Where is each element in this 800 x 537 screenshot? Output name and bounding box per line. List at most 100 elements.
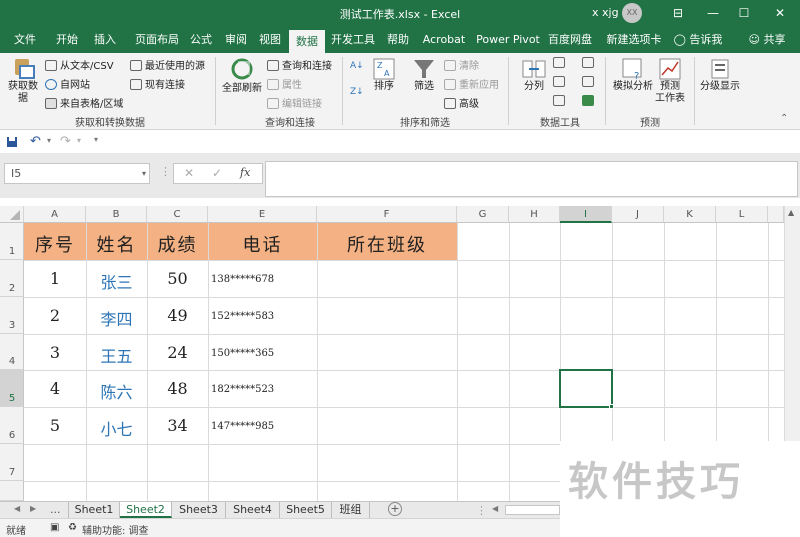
insert-function-icon[interactable]: fx	[240, 166, 250, 179]
column-header[interactable]: E	[208, 206, 317, 223]
horizontal-scrollbar[interactable]	[505, 505, 560, 515]
consolidate-button[interactable]	[582, 57, 597, 69]
relationships-button[interactable]	[582, 76, 597, 88]
user-name[interactable]: x xjg	[592, 6, 619, 19]
restore-button[interactable]: ☐	[729, 0, 759, 27]
advanced-filter-button[interactable]: 高级	[444, 95, 479, 110]
scroll-sheets-right-icon[interactable]: ▶	[30, 504, 36, 513]
queries-connections-button[interactable]: 查询和连接	[267, 57, 332, 72]
sort-descending-button[interactable]: Z↓	[350, 87, 364, 97]
table-cell-index[interactable]: 2	[24, 306, 86, 325]
column-header-partial[interactable]	[768, 206, 784, 223]
outline-button[interactable]: 分级显示	[700, 57, 740, 93]
table-cell-index[interactable]: 5	[24, 416, 86, 435]
column-header[interactable]: F	[317, 206, 457, 223]
column-header-selected[interactable]: I	[560, 206, 612, 223]
from-text-csv-button[interactable]: 从文本/CSV	[45, 57, 114, 72]
enter-icon[interactable]: ✓	[212, 166, 222, 180]
macro-record-icon[interactable]: ▣	[50, 522, 59, 533]
header-cell-name[interactable]: 姓名	[86, 231, 147, 257]
selected-cell[interactable]	[559, 369, 613, 408]
table-cell-name[interactable]: 陈六	[86, 379, 147, 403]
more-sheets-button[interactable]: ...	[50, 503, 61, 516]
row-header[interactable]: 4	[0, 334, 24, 370]
tab-home[interactable]: 开始	[50, 27, 84, 53]
tab-review[interactable]: 审阅	[219, 27, 253, 53]
header-cell-class[interactable]: 所在班级	[317, 231, 457, 257]
table-cell-score[interactable]: 49	[147, 306, 208, 325]
tab-acrobat[interactable]: Acrobat	[417, 27, 471, 53]
fill-handle[interactable]	[609, 404, 614, 409]
recent-sources-button[interactable]: 最近使用的源	[130, 57, 205, 72]
row-header-selected[interactable]: 5	[0, 370, 24, 407]
scroll-sheets-left-icon[interactable]: ◀	[14, 504, 20, 513]
tab-file[interactable]: 文件	[8, 27, 42, 53]
table-cell-index[interactable]: 1	[24, 269, 86, 288]
tab-help[interactable]: 帮助	[382, 27, 414, 53]
tab-new[interactable]: 新建选项卡	[602, 27, 666, 53]
tab-power-pivot[interactable]: Power Pivot	[475, 27, 541, 53]
table-cell-phone[interactable]: 138*****678	[208, 274, 317, 285]
refresh-all-button[interactable]: 全部刷新	[220, 55, 264, 95]
table-cell-phone[interactable]: 152*****583	[208, 311, 317, 322]
sheet-tab[interactable]: Sheet3	[172, 502, 226, 518]
filter-button[interactable]: 筛选	[410, 57, 438, 93]
what-if-analysis-button[interactable]: ? 模拟分析	[610, 57, 656, 93]
undo-dropdown-icon[interactable]: ▾	[47, 136, 51, 145]
table-cell-phone[interactable]: 182*****523	[208, 384, 317, 395]
from-web-button[interactable]: 自网站	[45, 76, 90, 91]
accessibility-icon[interactable]: ♻	[68, 522, 77, 533]
table-cell-name[interactable]: 李四	[86, 306, 147, 330]
row-header-partial[interactable]	[0, 481, 24, 501]
row-header[interactable]: 1	[0, 223, 24, 260]
table-cell-phone[interactable]: 147*****985	[208, 421, 317, 432]
customize-toolbar-icon[interactable]: ▾	[94, 135, 98, 144]
from-table-button[interactable]: 来自表格/区域	[45, 95, 123, 110]
table-cell-name[interactable]: 张三	[86, 269, 147, 293]
tab-data[interactable]: 数据	[289, 30, 325, 53]
undo-icon[interactable]: ↶	[30, 134, 41, 149]
clear-button[interactable]: 清除	[444, 57, 479, 72]
forecast-sheet-button[interactable]: 预测 工作表	[653, 57, 687, 105]
header-cell-score[interactable]: 成绩	[147, 231, 208, 257]
sheet-tab[interactable]: Sheet4	[226, 502, 280, 518]
accessibility-status[interactable]: 辅助功能: 调查	[82, 522, 149, 537]
sort-ascending-button[interactable]: A↓	[350, 61, 364, 71]
sheet-tab[interactable]: Sheet5	[280, 502, 332, 518]
ribbon-display-options-button[interactable]: ⊟	[663, 0, 693, 27]
formula-input[interactable]	[265, 161, 798, 197]
tab-baidu-pan[interactable]: 百度网盘	[546, 27, 594, 53]
column-header[interactable]: L	[716, 206, 768, 223]
column-header[interactable]: A	[24, 206, 86, 223]
table-cell-index[interactable]: 4	[24, 379, 86, 398]
redo-icon[interactable]: ↷	[60, 134, 71, 149]
sheet-tab[interactable]: Sheet1	[68, 502, 120, 518]
collapse-ribbon-button[interactable]: ⌃	[780, 113, 788, 124]
tab-view[interactable]: 视图	[253, 27, 287, 53]
table-cell-name[interactable]: 王五	[86, 343, 147, 367]
column-header[interactable]: H	[509, 206, 560, 223]
row-header[interactable]: 3	[0, 297, 24, 334]
add-sheet-icon[interactable]: +	[388, 502, 402, 516]
sheet-tab-active[interactable]: Sheet2	[120, 502, 172, 518]
header-cell-index[interactable]: 序号	[24, 231, 86, 257]
scroll-up-icon[interactable]: ▲	[788, 208, 794, 217]
edit-links-button[interactable]: 编辑链接	[267, 95, 322, 110]
splitter-icon[interactable]: ⋮	[160, 165, 171, 178]
reapply-button[interactable]: 重新应用	[444, 76, 499, 91]
table-cell-score[interactable]: 48	[147, 379, 208, 398]
tab-splitter-icon[interactable]: ⋮	[476, 504, 487, 517]
existing-connections-button[interactable]: 现有连接	[130, 76, 185, 91]
tab-page-layout[interactable]: 页面布局	[126, 27, 188, 53]
minimize-button[interactable]: —	[698, 0, 728, 27]
name-box[interactable]: I5	[4, 163, 150, 184]
column-header[interactable]: C	[147, 206, 208, 223]
sheet-tab[interactable]: 班组	[332, 502, 370, 518]
properties-button[interactable]: 属性	[267, 76, 302, 91]
save-icon[interactable]	[6, 136, 18, 148]
row-header[interactable]: 6	[0, 407, 24, 444]
get-data-button[interactable]: 获取数 据	[4, 55, 42, 105]
column-header[interactable]: J	[612, 206, 664, 223]
tab-insert[interactable]: 插入	[88, 27, 122, 53]
column-header[interactable]: B	[86, 206, 147, 223]
